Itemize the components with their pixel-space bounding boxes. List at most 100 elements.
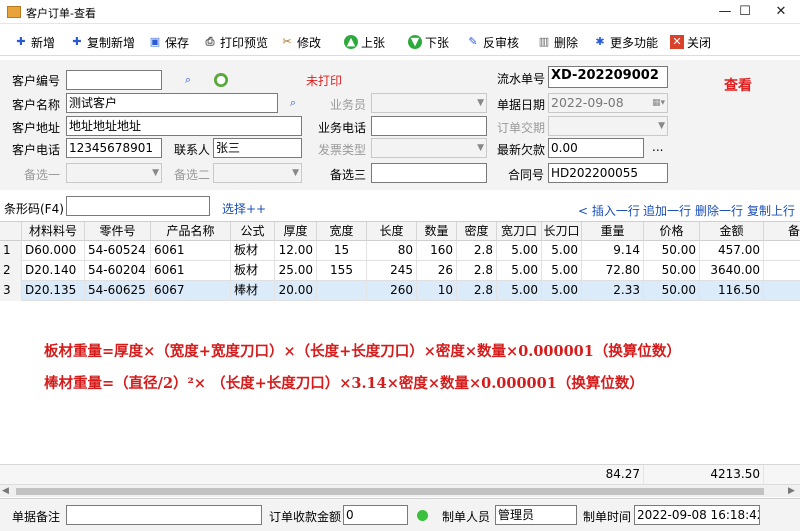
- salesman-select[interactable]: ▼: [371, 93, 487, 113]
- table-cell[interactable]: D20.135: [22, 281, 85, 301]
- previous-button[interactable]: ▲ 上张: [344, 33, 385, 51]
- table-cell[interactable]: 9.14: [582, 241, 644, 261]
- table-cell[interactable]: 6061: [151, 261, 231, 281]
- copy-new-button[interactable]: ✚ 复制新增: [70, 33, 135, 51]
- table-cell[interactable]: [317, 281, 367, 301]
- table-cell[interactable]: 457.00: [700, 241, 764, 261]
- table-cell[interactable]: 155: [317, 261, 367, 281]
- remark-field[interactable]: [66, 505, 262, 525]
- scroll-left-icon[interactable]: ◀: [2, 486, 9, 496]
- scroll-right-icon[interactable]: ▶: [788, 486, 795, 496]
- horizontal-scrollbar[interactable]: ◀ ▶: [0, 484, 800, 497]
- table-cell[interactable]: D60.000: [22, 241, 85, 261]
- table-cell[interactable]: 2.8: [457, 261, 497, 281]
- serial-field[interactable]: XD-202209002: [548, 66, 668, 88]
- table-cell[interactable]: 54-60524: [85, 241, 151, 261]
- col-header[interactable]: 宽刀口: [497, 222, 542, 242]
- table-cell[interactable]: 50.00: [644, 261, 700, 281]
- spare1-select[interactable]: ▼: [66, 163, 162, 183]
- table-row-selected[interactable]: 3 D20.135 54-60625 6067 棒材 20.00 260 10 …: [0, 281, 800, 301]
- table-cell[interactable]: 245: [367, 261, 417, 281]
- table-cell[interactable]: 50.00: [644, 241, 700, 261]
- debt-more-button[interactable]: ...: [652, 140, 663, 154]
- table-cell[interactable]: 72.80: [582, 261, 644, 281]
- delete-row-link[interactable]: 删除一行: [695, 202, 743, 219]
- biz-phone-field[interactable]: [371, 116, 487, 136]
- table-cell[interactable]: 26: [417, 261, 457, 281]
- table-cell[interactable]: 20.00: [275, 281, 317, 301]
- table-cell[interactable]: 50.00: [644, 281, 700, 301]
- table-row[interactable]: 2 D20.140 54-60204 6061 板材 25.00 155 245…: [0, 261, 800, 281]
- col-header[interactable]: 金额: [700, 222, 764, 242]
- next-button[interactable]: ▼ 下张: [408, 33, 449, 51]
- table-cell[interactable]: 5.00: [497, 241, 542, 261]
- contact-field[interactable]: 张三: [213, 138, 302, 158]
- invoice-type-select[interactable]: ▼: [371, 138, 487, 158]
- creator-field[interactable]: 管理员: [495, 505, 577, 525]
- table-row[interactable]: 1 D60.000 54-60524 6061 板材 12.00 15 80 1…: [0, 241, 800, 261]
- search-name-icon[interactable]: ⌕: [286, 96, 300, 110]
- search-icon[interactable]: ⌕: [181, 73, 195, 87]
- add-customer-icon[interactable]: ●: [214, 73, 228, 87]
- table-cell[interactable]: 54-60625: [85, 281, 151, 301]
- edit-button[interactable]: ✂ 修改: [280, 33, 321, 51]
- table-cell[interactable]: 260: [367, 281, 417, 301]
- table-cell[interactable]: 5.00: [542, 241, 582, 261]
- close-button[interactable]: ✕ 关闭: [670, 33, 711, 51]
- delete-button[interactable]: ▥ 删除: [537, 33, 578, 51]
- col-header[interactable]: 零件号: [85, 222, 151, 242]
- table-cell[interactable]: 2.8: [457, 241, 497, 261]
- customer-phone-field[interactable]: 12345678901: [66, 138, 162, 158]
- customer-address-field[interactable]: 地址地址地址: [66, 116, 302, 136]
- maximize-button[interactable]: ☐: [730, 0, 760, 24]
- table-cell[interactable]: 5.00: [497, 261, 542, 281]
- insert-row-link[interactable]: < 插入一行: [578, 202, 640, 219]
- col-header[interactable]: 公式: [231, 222, 275, 242]
- select-link[interactable]: 选择++: [222, 200, 266, 217]
- more-functions-button[interactable]: ✱ 更多功能: [593, 33, 658, 51]
- col-header[interactable]: 数量: [417, 222, 457, 242]
- contract-field[interactable]: HD202200055: [548, 163, 668, 183]
- delivery-date-select[interactable]: ▼: [548, 116, 668, 136]
- col-header[interactable]: 价格: [644, 222, 700, 242]
- table-cell[interactable]: 5.00: [542, 281, 582, 301]
- latest-debt-field[interactable]: 0.00: [548, 138, 644, 158]
- table-cell[interactable]: 6061: [151, 241, 231, 261]
- print-preview-button[interactable]: ⎙ 打印预览: [203, 33, 268, 51]
- col-header[interactable]: 备: [764, 222, 800, 242]
- table-cell[interactable]: 10: [417, 281, 457, 301]
- table-cell[interactable]: 116.50: [700, 281, 764, 301]
- col-header[interactable]: 宽度: [317, 222, 367, 242]
- scrollbar-thumb[interactable]: [16, 488, 764, 495]
- table-cell[interactable]: 2.33: [582, 281, 644, 301]
- copy-row-link[interactable]: 复制上行: [747, 202, 795, 219]
- table-cell[interactable]: 3640.00: [700, 261, 764, 281]
- col-header[interactable]: 密度: [457, 222, 497, 242]
- table-cell[interactable]: 54-60204: [85, 261, 151, 281]
- col-header[interactable]: 厚度: [275, 222, 317, 242]
- col-header[interactable]: 材料料号: [22, 222, 85, 242]
- table-cell[interactable]: 5.00: [497, 281, 542, 301]
- spare2-select[interactable]: ▼: [213, 163, 302, 183]
- col-header[interactable]: 重量: [582, 222, 644, 242]
- table-cell[interactable]: 25.00: [275, 261, 317, 281]
- close-window-button[interactable]: ✕: [766, 0, 796, 24]
- customer-no-field[interactable]: [66, 70, 162, 90]
- doc-date-field[interactable]: 2022-09-08 ▦▾: [548, 93, 668, 113]
- table-cell[interactable]: D20.140: [22, 261, 85, 281]
- table-cell[interactable]: 棒材: [231, 281, 275, 301]
- new-button[interactable]: ✚ 新增: [14, 33, 55, 51]
- save-button[interactable]: ▣ 保存: [148, 33, 189, 51]
- table-cell[interactable]: 板材: [231, 261, 275, 281]
- col-header[interactable]: 长度: [367, 222, 417, 242]
- received-field[interactable]: 0: [343, 505, 408, 525]
- table-cell[interactable]: 板材: [231, 241, 275, 261]
- table-cell[interactable]: 15: [317, 241, 367, 261]
- unapprove-button[interactable]: ✎ 反审核: [466, 33, 519, 51]
- table-cell[interactable]: 160: [417, 241, 457, 261]
- customer-name-field[interactable]: 测试客户: [66, 93, 278, 113]
- created-time-field[interactable]: 2022-09-08 16:18:42: [634, 505, 760, 525]
- col-header[interactable]: 产品名称: [151, 222, 231, 242]
- table-cell[interactable]: 2.8: [457, 281, 497, 301]
- table-cell[interactable]: 5.00: [542, 261, 582, 281]
